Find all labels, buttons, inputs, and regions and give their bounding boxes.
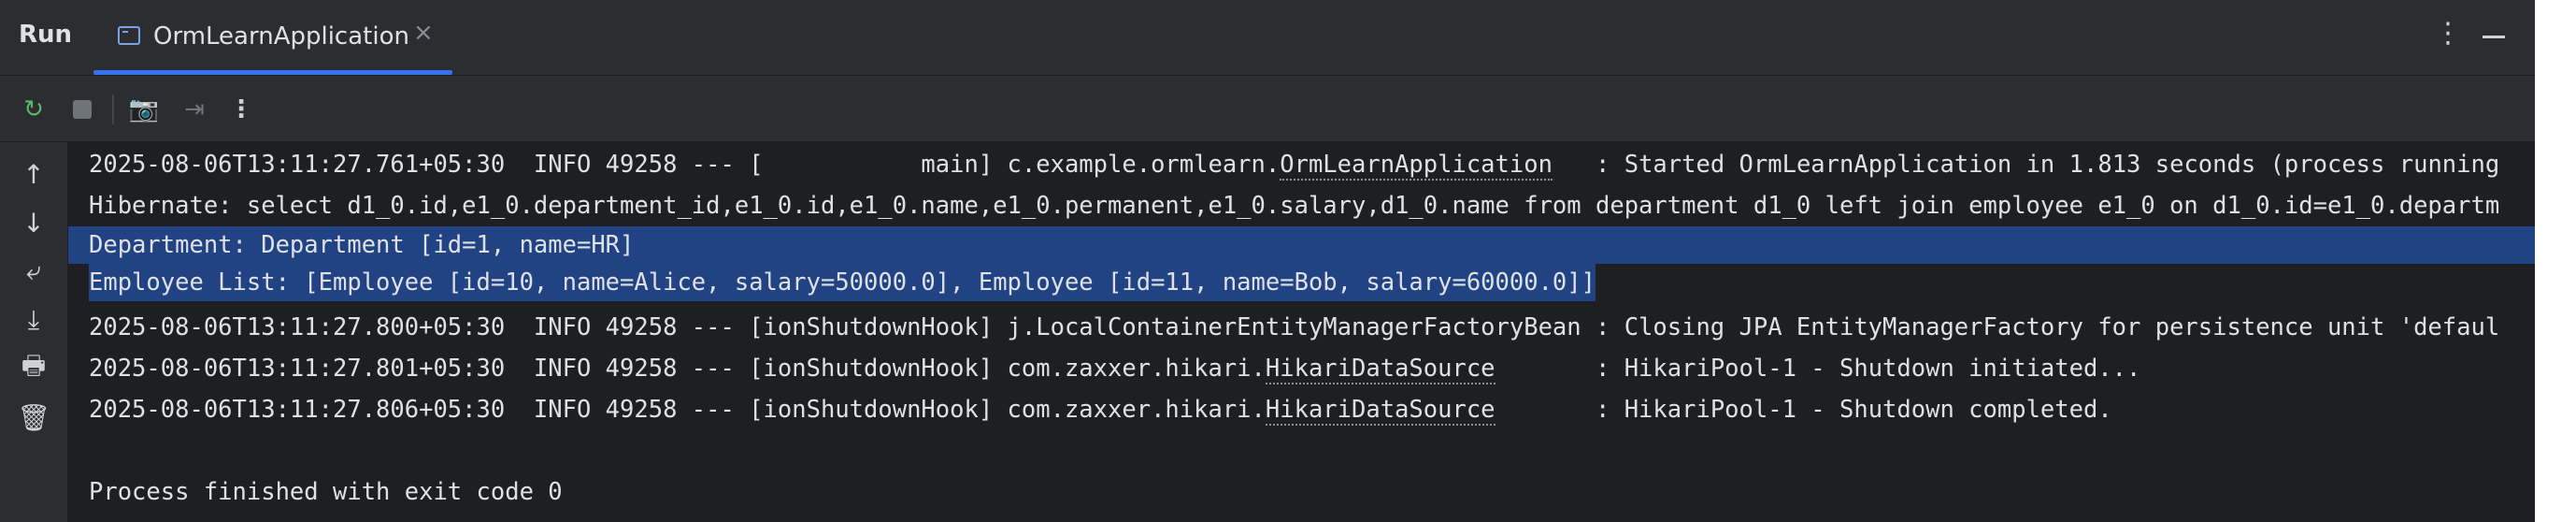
console-line: Process finished with exit code 0 — [89, 478, 563, 506]
class-link[interactable]: HikariDataSource — [1265, 355, 1496, 384]
console-side-toolbar: ↑ ↓ ⤶ ⤓ 🖶 🗑 — [0, 142, 68, 522]
soft-wrap-icon[interactable]: ⤶ — [15, 253, 52, 290]
class-link[interactable]: OrmLearnApplication — [1280, 151, 1553, 181]
window-edge — [2535, 0, 2576, 522]
more-options-icon[interactable]: ⋮ — [2434, 17, 2462, 50]
up-arrow-icon[interactable]: ↑ — [15, 155, 52, 193]
toolbar-separator — [112, 94, 114, 124]
exit-icon[interactable]: ⇥ — [178, 93, 211, 126]
print-icon[interactable]: 🖶 — [15, 350, 52, 387]
console-output[interactable]: 2025-08-06T13:11:27.761+05:30 INFO 49258… — [68, 142, 2535, 522]
console-line-selected: Department: Department [id=1, name=HR] — [68, 226, 2535, 264]
console-line-selected: Employee List: [Employee [id=10, name=Al… — [89, 264, 1596, 301]
run-toolbar: ↻ 📷 ⇥ ⋮ — [0, 76, 2535, 142]
stop-icon — [73, 100, 92, 119]
console-line: 2025-08-06T13:11:27.761+05:30 INFO 49258… — [89, 151, 2500, 181]
tab-label: OrmLearnApplication — [153, 22, 409, 51]
console-icon — [118, 26, 140, 45]
tab-orm-learn-application[interactable]: OrmLearnApplication × — [93, 0, 452, 75]
console-line: 2025-08-06T13:11:27.800+05:30 INFO 49258… — [89, 313, 2500, 341]
console-line: 2025-08-06T13:11:27.801+05:30 INFO 49258… — [89, 355, 2141, 384]
rerun-icon[interactable]: ↻ — [17, 93, 50, 126]
down-arrow-icon[interactable]: ↓ — [15, 204, 52, 241]
console-line: 2025-08-06T13:11:27.806+05:30 INFO 49258… — [89, 396, 2112, 426]
camera-icon[interactable]: 📷 — [127, 93, 161, 126]
trash-icon[interactable]: 🗑 — [15, 399, 52, 436]
toolbar-more-icon[interactable]: ⋮ — [224, 93, 258, 126]
tool-window-header: Run OrmLearnApplication × ⋮ — [0, 0, 2535, 76]
scroll-to-end-icon[interactable]: ⤓ — [15, 301, 52, 339]
console-line: Hibernate: select d1_0.id,e1_0.departmen… — [89, 192, 2500, 220]
tab-active-indicator — [93, 70, 452, 75]
class-link[interactable]: HikariDataSource — [1265, 396, 1496, 426]
stop-button[interactable] — [65, 93, 99, 126]
minimize-icon[interactable] — [2483, 36, 2505, 38]
close-icon[interactable]: × — [413, 19, 434, 47]
run-title: Run — [19, 21, 73, 49]
